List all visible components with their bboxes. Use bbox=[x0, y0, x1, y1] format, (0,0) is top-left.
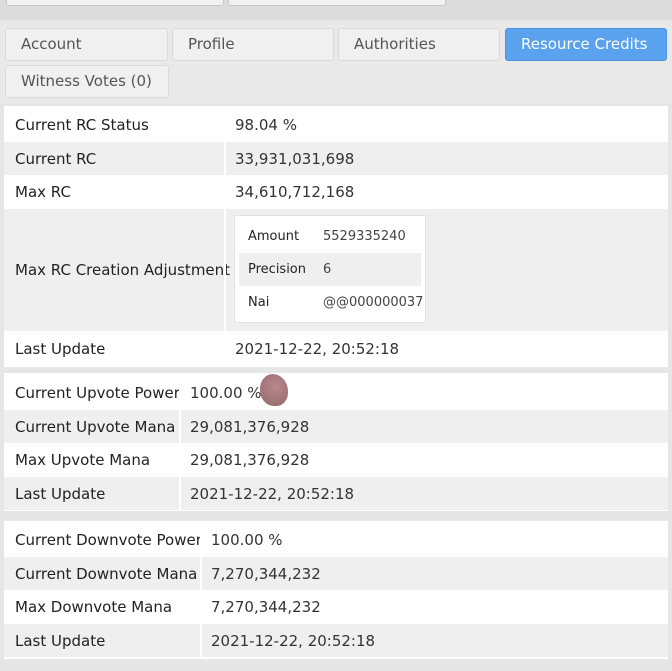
upvote-mana-label: Current Upvote Mana bbox=[15, 417, 176, 436]
downvote-last-update-row: Last Update 2021-12-22, 20:52:18 bbox=[4, 624, 668, 657]
rc-max-label: Max RC bbox=[15, 182, 71, 201]
adjustment-precision-row: Precision 6 bbox=[239, 253, 421, 286]
upvote-card: Current Upvote Power 100.00 % Current Up… bbox=[4, 373, 668, 511]
rc-last-update-row: Last Update 2021-12-22, 20:52:18 bbox=[4, 332, 668, 365]
adjustment-amount-value: 5529335240 bbox=[323, 229, 406, 244]
adjustment-nai-value: @@000000037 bbox=[323, 295, 424, 310]
adjustment-amount-row: Amount 5529335240 bbox=[239, 220, 421, 253]
rc-max-row: Max RC 34,610,712,168 bbox=[4, 175, 668, 208]
downvote-mana-value: 7,270,344,232 bbox=[200, 557, 668, 590]
downvote-last-update-label: Last Update bbox=[15, 631, 106, 650]
tab-witness-votes[interactable]: Witness Votes (0) bbox=[5, 65, 169, 98]
downvote-power-value: 100.00 % bbox=[200, 523, 668, 556]
tab-profile[interactable]: Profile bbox=[172, 28, 334, 61]
rc-max-value: 34,610,712,168 bbox=[224, 175, 668, 208]
rc-status-value: 98.04 % bbox=[224, 108, 668, 141]
downvote-card: Current Downvote Power 100.00 % Current … bbox=[4, 521, 668, 659]
top-toolbar-strip bbox=[0, 0, 672, 20]
rc-current-row: Current RC 33,931,031,698 bbox=[4, 142, 668, 175]
downvote-power-row: Current Downvote Power 100.00 % bbox=[4, 523, 668, 556]
adjustment-nai-label: Nai bbox=[248, 295, 270, 310]
tab-account[interactable]: Account bbox=[5, 28, 168, 61]
upvote-power-value: 100.00 % bbox=[179, 376, 668, 409]
downvote-mana-row: Current Downvote Mana 7,270,344,232 bbox=[4, 557, 668, 590]
rc-last-update-label: Last Update bbox=[15, 339, 106, 358]
upvote-mana-row: Current Upvote Mana 29,081,376,928 bbox=[4, 410, 668, 443]
top-control-left[interactable] bbox=[6, 0, 224, 6]
rc-status-row: Current RC Status 98.04 % bbox=[4, 108, 668, 141]
rc-adjustment-label: Max RC Creation Adjustment bbox=[15, 261, 231, 279]
upvote-last-update-label: Last Update bbox=[15, 484, 106, 503]
adjustment-nai-row: Nai @@000000037 bbox=[239, 286, 424, 319]
rc-current-label: Current RC bbox=[15, 149, 97, 168]
adjustment-precision-label: Precision bbox=[248, 262, 307, 277]
upvote-max-label: Max Upvote Mana bbox=[15, 450, 151, 469]
upvote-power-row: Current Upvote Power 100.00 % bbox=[4, 376, 668, 409]
rc-last-update-value: 2021-12-22, 20:52:18 bbox=[224, 332, 668, 365]
tab-authorities[interactable]: Authorities bbox=[338, 28, 500, 61]
rc-status-label: Current RC Status bbox=[15, 115, 149, 134]
upvote-max-value: 29,081,376,928 bbox=[179, 443, 668, 476]
rc-adjustment-table: Amount 5529335240 Precision 6 Nai @@0000… bbox=[234, 215, 426, 323]
upvote-power-label: Current Upvote Power bbox=[15, 383, 180, 402]
upvote-last-update-row: Last Update 2021-12-22, 20:52:18 bbox=[4, 477, 668, 510]
downvote-mana-label: Current Downvote Mana bbox=[15, 564, 198, 583]
downvote-power-label: Current Downvote Power bbox=[15, 530, 202, 549]
adjustment-precision-value: 6 bbox=[323, 262, 332, 277]
adjustment-amount-label: Amount bbox=[248, 229, 300, 244]
downvote-max-row: Max Downvote Mana 7,270,344,232 bbox=[4, 590, 668, 623]
rc-current-value: 33,931,031,698 bbox=[224, 142, 668, 175]
upvote-max-row: Max Upvote Mana 29,081,376,928 bbox=[4, 443, 668, 476]
downvote-max-label: Max Downvote Mana bbox=[15, 597, 173, 616]
smudge-mark bbox=[260, 374, 288, 406]
tab-resource-credits[interactable]: Resource Credits bbox=[505, 28, 667, 61]
top-control-right[interactable] bbox=[228, 0, 446, 6]
downvote-max-value: 7,270,344,232 bbox=[200, 590, 668, 623]
upvote-last-update-value: 2021-12-22, 20:52:18 bbox=[179, 477, 668, 510]
upvote-mana-value: 29,081,376,928 bbox=[179, 410, 668, 443]
downvote-last-update-value: 2021-12-22, 20:52:18 bbox=[200, 624, 668, 657]
account-tabs: Account Profile Authorities Resource Cre… bbox=[0, 22, 672, 104]
